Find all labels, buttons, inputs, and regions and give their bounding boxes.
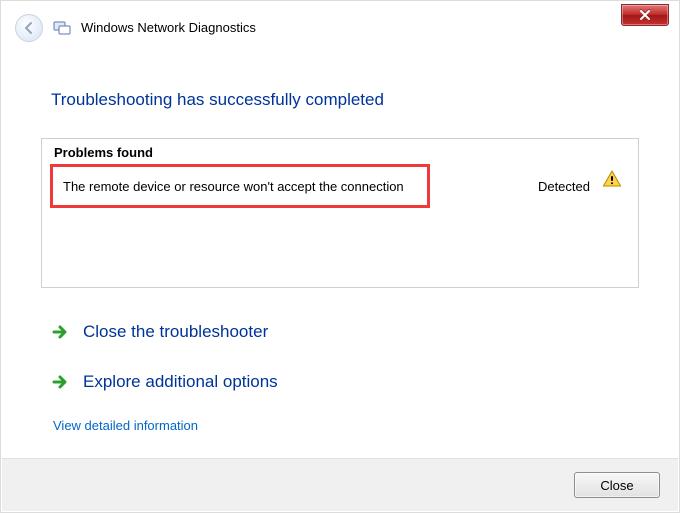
dialog-body: Troubleshooting has successfully complet… [1,54,679,433]
back-button[interactable] [15,14,43,42]
dialog-footer: Close [2,458,678,511]
problem-row: The remote device or resource won't acce… [52,164,620,208]
header-bar: Windows Network Diagnostics [1,1,679,54]
problems-found-label: Problems found [54,145,620,160]
close-button[interactable]: Close [574,472,660,498]
view-detailed-info-link[interactable]: View detailed information [53,418,198,433]
app-icon [53,19,71,37]
close-troubleshooter-label: Close the troubleshooter [83,322,268,342]
page-title: Troubleshooting has successfully complet… [51,90,639,110]
arrow-right-icon [51,373,69,391]
explore-options-link[interactable]: Explore additional options [51,362,639,404]
highlight-box: The remote device or resource won't acce… [50,164,430,208]
problems-found-panel: Problems found The remote device or reso… [41,138,639,288]
warning-icon [602,169,622,192]
window-close-button[interactable] [621,4,669,26]
option-list: Close the troubleshooter Explore additio… [41,306,639,433]
arrow-right-icon [51,323,69,341]
close-icon [639,10,651,20]
back-arrow-icon [22,21,36,35]
window-title: Windows Network Diagnostics [81,20,256,35]
close-troubleshooter-link[interactable]: Close the troubleshooter [51,312,639,354]
explore-options-label: Explore additional options [83,372,278,392]
dialog-window: Windows Network Diagnostics Troubleshoot… [0,0,680,513]
problem-description: The remote device or resource won't acce… [63,179,404,194]
